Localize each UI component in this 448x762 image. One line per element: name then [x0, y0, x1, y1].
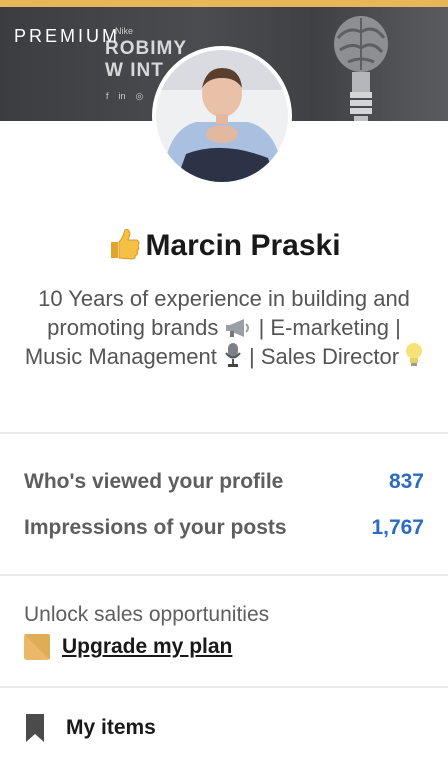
divider [0, 432, 448, 434]
profile-headline: 10 Years of experience in building and p… [20, 284, 428, 371]
stat-post-impressions-value: 1,767 [371, 516, 424, 539]
megaphone-icon [226, 319, 250, 337]
stat-post-impressions-label: Impressions of your posts [24, 516, 287, 539]
premium-label: PREMIUM [14, 26, 120, 46]
divider [0, 686, 448, 688]
stat-profile-views-value: 837 [388, 470, 424, 493]
profile-card: Nike ROBIMY W INT f in ◎ PREMIUM Marcin … [0, 0, 448, 762]
banner-social-icons: f in ◎ [106, 91, 143, 102]
upgrade-plan-link[interactable]: Upgrade my plan [24, 634, 232, 660]
premium-badge-icon [24, 634, 50, 660]
premium-gold-strip [0, 0, 448, 7]
brain-bulb-icon [334, 16, 388, 121]
upsell-text: Unlock sales opportunities [24, 603, 270, 626]
my-items-link[interactable]: My items [24, 712, 156, 744]
headline-part-3: | Sales Director [242, 344, 406, 369]
my-items-label: My items [66, 716, 156, 739]
profile-name[interactable]: Marcin Praski [0, 226, 448, 263]
avatar-photo [156, 50, 288, 182]
avatar[interactable] [152, 46, 292, 186]
bookmark-icon [26, 714, 44, 742]
thumbs-up-icon [111, 229, 140, 260]
divider [0, 574, 448, 576]
microphone-icon [225, 343, 241, 367]
stat-profile-views-label: Who's viewed your profile [24, 470, 284, 493]
linkedin-icon: in [118, 91, 126, 101]
lightbulb-icon [406, 343, 423, 366]
upgrade-plan-label[interactable]: Upgrade my plan [62, 635, 232, 659]
stat-profile-views[interactable]: Who's viewed your profile 837 [24, 470, 424, 494]
instagram-icon: ◎ [135, 91, 144, 101]
facebook-icon: f [106, 91, 109, 101]
stat-post-impressions[interactable]: Impressions of your posts 1,767 [24, 516, 424, 540]
profile-name-text: Marcin Praski [145, 229, 341, 262]
